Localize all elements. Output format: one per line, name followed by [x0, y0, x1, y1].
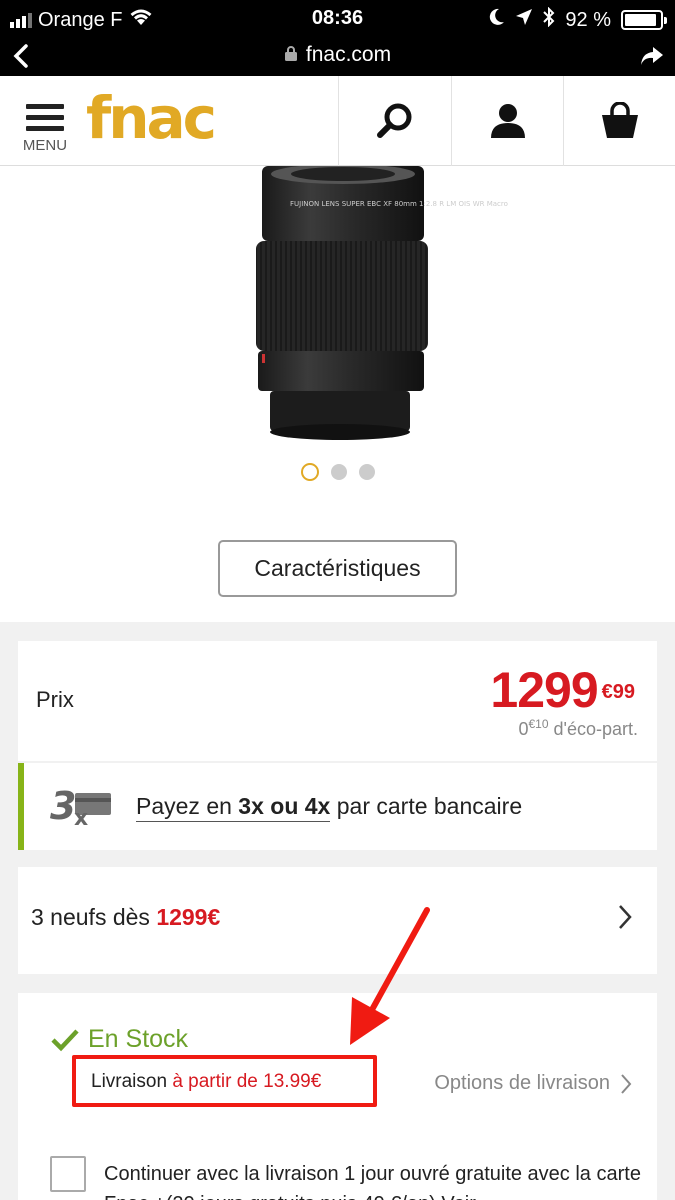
delivery-options-label: Options de livraison	[434, 1072, 610, 1094]
user-icon	[490, 104, 525, 138]
gallery-dot[interactable]	[300, 463, 319, 481]
installment-text[interactable]: Payez en 3x ou 4x par carte bancaire	[136, 793, 523, 822]
characteristics-button[interactable]: Caractéristiques	[218, 540, 457, 597]
gallery-dot[interactable]	[330, 464, 347, 480]
product-gallery[interactable]: FUJINON LENS SUPER EBC XF 80mm 1:2.8 R L…	[0, 166, 675, 622]
chevron-right-icon	[621, 1073, 632, 1094]
cart-button[interactable]	[563, 76, 675, 166]
price-card: Prix 1299 €99 0€10 d'éco-part.	[18, 641, 657, 761]
site-header: MENU fnac	[0, 76, 675, 166]
price-integer: 1299	[490, 662, 598, 718]
checkmark-icon	[51, 1028, 79, 1051]
gallery-dot[interactable]	[358, 464, 375, 480]
battery-percent: 92 %	[565, 8, 611, 31]
url-text: fnac.com	[305, 43, 392, 66]
svg-text:x: x	[74, 806, 88, 827]
new-offers-text: 3 neufs dès 1299€	[31, 904, 220, 931]
installment-suffix: par carte bancaire	[330, 793, 523, 819]
search-button[interactable]	[338, 76, 450, 166]
delivery-price: à partir de 13.99€	[172, 1071, 322, 1092]
fnac-plus-offer-text: Continuer avec la livraison 1 jour ouvré…	[104, 1163, 641, 1200]
fnac-logo[interactable]: fnac	[86, 84, 217, 152]
share-icon[interactable]	[639, 44, 665, 73]
stock-status: En Stock	[50, 1025, 188, 1054]
svg-text:3: 3	[50, 785, 76, 827]
status-bar: Orange F 08:36 92 %	[0, 0, 675, 38]
price-cents: €99	[601, 681, 635, 703]
new-offers-prefix: 3 neufs dès	[31, 904, 157, 930]
new-offers-price: 1299€	[156, 904, 221, 930]
lock-icon	[284, 46, 297, 61]
delivery-price-highlight: Livraison à partir de 13.99€	[72, 1055, 377, 1107]
installment-payment-card[interactable]: 3x Payez en 3x ou 4x par carte bancaire	[18, 763, 657, 850]
eco-label: d'éco-part.	[553, 719, 638, 739]
stock-label: En Stock	[88, 1025, 189, 1053]
gallery-pagination	[0, 463, 675, 481]
status-right: 92 %	[489, 6, 667, 33]
hamburger-icon	[20, 104, 70, 131]
product-image[interactable]: FUJINON LENS SUPER EBC XF 80mm 1:2.8 R L…	[0, 166, 675, 456]
price-label: Prix	[36, 687, 74, 712]
installment-prefix: Payez en	[136, 793, 239, 819]
browser-url-bar: fnac.com	[0, 38, 675, 76]
annotation-arrow-icon	[350, 907, 430, 1045]
eco-participation: 0€10 d'éco-part.	[518, 717, 638, 740]
lens-engraving: FUJINON LENS SUPER EBC XF 80mm 1:2.8 R L…	[290, 200, 508, 208]
url-display[interactable]: fnac.com	[0, 43, 675, 67]
menu-label: MENU	[22, 137, 68, 154]
moon-icon	[489, 8, 505, 32]
fnac-plus-checkbox[interactable]	[50, 1156, 86, 1192]
battery-fill	[625, 14, 656, 26]
eco-cents: €10	[528, 717, 549, 731]
installment-3x-icon: 3x	[50, 784, 116, 832]
chevron-right-icon	[617, 903, 633, 936]
shopping-bag-icon	[601, 102, 638, 138]
account-button[interactable]	[451, 76, 563, 166]
menu-button[interactable]: MENU	[20, 104, 70, 154]
installment-options: 3x ou 4x	[238, 793, 331, 819]
bluetooth-icon	[543, 6, 555, 33]
search-icon	[376, 103, 411, 138]
delivery-options-link[interactable]: Options de livraison	[434, 1072, 632, 1095]
battery-icon	[621, 10, 667, 30]
location-icon	[515, 8, 533, 32]
eco-integer: 0	[518, 719, 529, 739]
delivery-prefix: Livraison	[91, 1071, 173, 1092]
price-amount: 1299 €99	[490, 665, 635, 715]
